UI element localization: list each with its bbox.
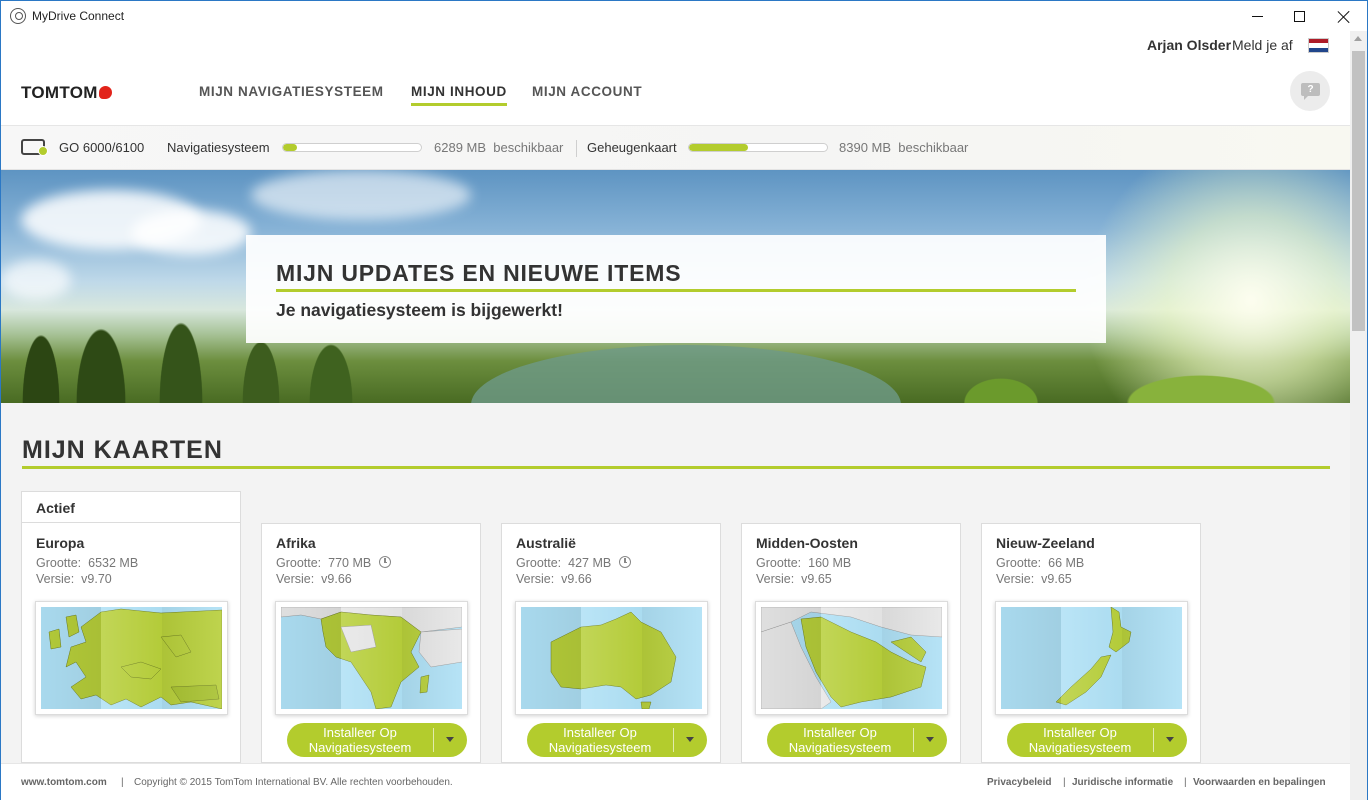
flag-nl-icon[interactable] xyxy=(1308,38,1329,53)
user-bar: Arjan Olsder Meld je af xyxy=(1,31,1350,59)
chat-bubble-icon: ? xyxy=(1301,83,1320,100)
window-title: MyDrive Connect xyxy=(32,9,125,23)
storage-free-card: 8390 MB beschikbaar xyxy=(839,140,969,155)
map-size: Grootte: 66 MB xyxy=(996,556,1085,570)
map-name: Europa xyxy=(36,535,85,551)
map-name: Nieuw-Zeeland xyxy=(996,535,1095,551)
map-version: Versie: v9.70 xyxy=(36,572,112,586)
map-thumbnail-afrika xyxy=(275,601,468,715)
footer-separator: | xyxy=(121,777,124,788)
storage-separator xyxy=(576,140,577,157)
chevron-down-icon[interactable] xyxy=(926,737,934,742)
map-name: Midden-Oosten xyxy=(756,535,858,551)
map-thumbnail-nieuw-zeeland xyxy=(995,601,1188,715)
map-thumbnail-europa xyxy=(35,601,228,715)
tomtom-hand-icon xyxy=(98,86,112,99)
chevron-down-icon[interactable] xyxy=(686,737,694,742)
footer-copyright: Copyright © 2015 TomTom International BV… xyxy=(134,777,453,788)
minimize-button[interactable] xyxy=(1234,1,1280,32)
footer-separator: | xyxy=(1063,777,1066,788)
footer-site-link[interactable]: www.tomtom.com xyxy=(21,777,107,788)
footer-link-terms[interactable]: Voorwaarden en bepalingen xyxy=(1193,777,1326,788)
map-version: Versie: v9.65 xyxy=(996,572,1072,586)
storage-progress-card xyxy=(688,143,828,152)
window-titlebar: MyDrive Connect xyxy=(0,0,1368,31)
hero-subtitle: Je navigatiesysteem is bijgewerkt! xyxy=(276,300,563,320)
maximize-icon xyxy=(1293,11,1305,22)
nav-mijn-account[interactable]: MIJN ACCOUNT xyxy=(532,84,642,99)
install-label: Installeer Op Navigatiesysteem xyxy=(788,725,892,755)
install-label: Installeer Op Navigatiesysteem xyxy=(1028,725,1132,755)
map-card-midden-oosten[interactable]: Midden-Oosten Grootte: 160 MB Versie: v9… xyxy=(741,523,961,763)
clock-icon xyxy=(619,556,632,568)
check-icon xyxy=(38,146,48,156)
scroll-up-icon[interactable] xyxy=(1354,36,1362,41)
app-icon xyxy=(10,8,26,24)
install-label: Installeer Op Navigatiesysteem xyxy=(308,725,412,755)
map-card-europa[interactable]: Europa Grootte: 6532 MB Versie: v9.70 xyxy=(21,522,241,763)
footer-separator: | xyxy=(1184,777,1187,788)
logout-link[interactable]: Meld je af xyxy=(1232,37,1293,53)
storage-label-navigation: Navigatiesysteem xyxy=(167,140,270,155)
storage-fill-navigation xyxy=(283,144,297,151)
map-thumbnail-australie xyxy=(515,601,708,715)
device-status-bar: GO 6000/6100 Navigatiesysteem 6289 MB be… xyxy=(1,125,1350,170)
map-name: Australië xyxy=(516,535,576,551)
map-version: Versie: v9.65 xyxy=(756,572,832,586)
footer-link-privacy[interactable]: Privacybeleid xyxy=(987,777,1051,788)
map-version: Versie: v9.66 xyxy=(276,572,352,586)
map-card-afrika[interactable]: Afrika Grootte: 770 MB Versie: v9.66 Ins… xyxy=(261,523,481,763)
vertical-scrollbar[interactable] xyxy=(1350,31,1367,800)
footer-link-legal[interactable]: Juridische informatie xyxy=(1072,777,1173,788)
map-size: Grootte: 427 MB xyxy=(516,556,632,570)
logo-text: TOMTOM xyxy=(21,83,98,102)
device-connected-icon xyxy=(21,139,48,156)
install-label: Installeer Op Navigatiesysteem xyxy=(548,725,652,755)
install-button-afrika[interactable]: Installeer Op Navigatiesysteem xyxy=(287,723,467,757)
map-card-australie[interactable]: Australië Grootte: 427 MB Versie: v9.66 … xyxy=(501,523,721,763)
minimize-icon xyxy=(1251,16,1263,17)
storage-label-card: Geheugenkaart xyxy=(587,140,677,155)
map-thumbnail-midden-oosten xyxy=(755,601,948,715)
active-label-tab: Actief xyxy=(21,491,241,523)
install-button-australie[interactable]: Installeer Op Navigatiesysteem xyxy=(527,723,707,757)
scrollbar-thumb[interactable] xyxy=(1352,51,1365,331)
hero-underline xyxy=(276,289,1076,292)
storage-free-navigation: 6289 MB beschikbaar xyxy=(434,140,564,155)
chevron-down-icon[interactable] xyxy=(446,737,454,742)
hero-title: MIJN UPDATES EN NIEUWE ITEMS xyxy=(276,260,682,286)
section-title-maps: MIJN KAARTEN xyxy=(22,436,223,464)
user-name: Arjan Olsder xyxy=(1147,37,1232,53)
install-button-midden-oosten[interactable]: Installeer Op Navigatiesysteem xyxy=(767,723,947,757)
device-name: GO 6000/6100 xyxy=(59,140,145,155)
footer: www.tomtom.com | Copyright © 2015 TomTom… xyxy=(1,763,1350,800)
map-size: Grootte: 770 MB xyxy=(276,556,392,570)
storage-progress-navigation xyxy=(282,143,422,152)
install-button-nieuw-zeeland[interactable]: Installeer Op Navigatiesysteem xyxy=(1007,723,1187,757)
map-size: Grootte: 6532 MB xyxy=(36,556,139,570)
main-navigation: TOMTOM MIJN NAVIGATIESYSTEEM MIJN INHOUD… xyxy=(1,59,1350,125)
storage-fill-card xyxy=(689,144,749,151)
nav-mijn-inhoud[interactable]: MIJN INHOUD xyxy=(411,84,507,106)
map-card-nieuw-zeeland[interactable]: Nieuw-Zeeland Grootte: 66 MB Versie: v9.… xyxy=(981,523,1201,763)
close-button[interactable] xyxy=(1321,1,1367,32)
nav-mijn-navigatiesysteem[interactable]: MIJN NAVIGATIESYSTEEM xyxy=(199,84,384,99)
map-size: Grootte: 160 MB xyxy=(756,556,852,570)
chevron-down-icon[interactable] xyxy=(1166,737,1174,742)
section-underline xyxy=(22,466,1330,469)
hero-panel: MIJN UPDATES EN NIEUWE ITEMS Je navigati… xyxy=(246,235,1106,343)
tomtom-logo[interactable]: TOMTOM xyxy=(21,83,112,103)
map-version: Versie: v9.66 xyxy=(516,572,592,586)
close-icon xyxy=(1337,10,1351,24)
support-chat-button[interactable]: ? xyxy=(1290,71,1330,111)
clock-icon xyxy=(379,556,392,568)
map-name: Afrika xyxy=(276,535,316,551)
maximize-button[interactable] xyxy=(1276,1,1322,32)
